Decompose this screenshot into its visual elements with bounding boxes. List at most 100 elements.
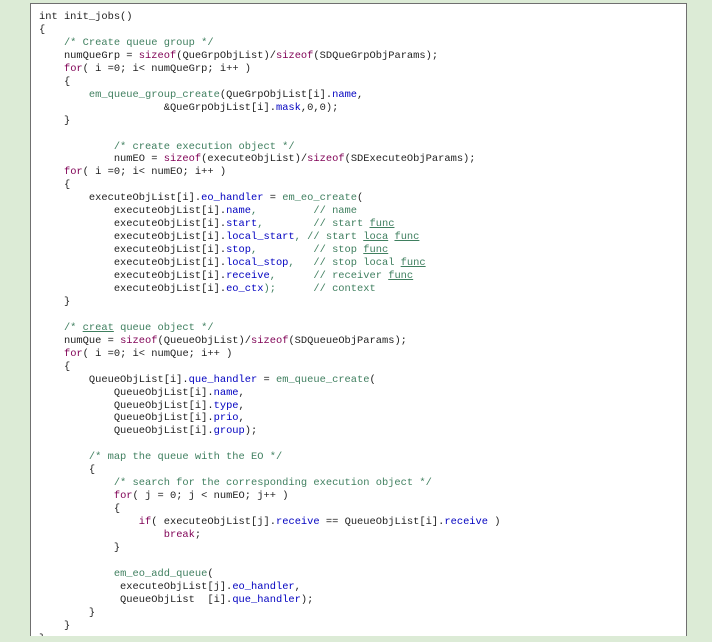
code-line: { — [39, 464, 95, 477]
code-token: ( i =0; i< numQue; i++ ) — [82, 347, 233, 360]
code-token: executeObjList[i]. — [39, 270, 227, 282]
code-token: executeObjList[j]. — [39, 580, 233, 593]
code-token: = — [263, 192, 283, 205]
code-token: ( i =0; i< numEO; i++ ) — [82, 166, 227, 179]
code-line: } — [39, 607, 95, 620]
code-token: ,0,0); — [300, 101, 339, 114]
code-token: { — [39, 360, 71, 373]
page-background-strip — [0, 636, 712, 642]
code-line: { — [39, 361, 70, 374]
code-token: numEO = — [39, 153, 164, 166]
code-token: } — [39, 619, 71, 632]
code-token: , — [238, 412, 245, 425]
code-token: start — [226, 218, 258, 231]
code-token: executeObjList[i]. — [39, 192, 202, 205]
code-token: ( i =0; i< numQueGrp; i++ ) — [82, 62, 252, 75]
code-token: /* search for the corresponding executio… — [39, 477, 432, 490]
code-token: for — [63, 347, 83, 360]
code-token: QueueObjList[i]. — [39, 373, 189, 386]
code-token: { — [39, 464, 96, 477]
code-token: (QueueObjList)/ — [157, 334, 252, 347]
code-token: sizeof — [120, 334, 158, 347]
code-line: /* create execution object */ — [39, 141, 295, 154]
code-token: , — [357, 88, 364, 101]
code-token: em_queue_create — [275, 373, 370, 386]
code-token: sizeof — [275, 49, 314, 62]
code-token: em_queue_group_create — [88, 88, 220, 101]
code-token: (SDQueueObjParams); — [288, 334, 407, 347]
code-token: sizeof — [163, 153, 202, 166]
code-token: ( j = 0; j < numEO; j++ ) — [132, 490, 289, 503]
code-token: = — [257, 373, 276, 386]
code-token: } — [39, 606, 96, 619]
code-token: group — [213, 425, 245, 438]
code-token: } — [39, 541, 121, 554]
code-line: numEO = sizeof(executeObjList)/sizeof(SD… — [39, 153, 476, 166]
code-line: QueueObjList[i].type, — [39, 400, 245, 413]
code-line: } — [39, 115, 70, 128]
code-line: for( i =0; i< numQue; i++ ) — [39, 348, 232, 361]
code-line: { — [39, 503, 120, 516]
code-token: , // stop — [251, 244, 364, 257]
code-line: executeObjList[j].eo_handler, — [39, 581, 301, 594]
code-token: /* Create queue group */ — [39, 36, 214, 49]
code-token: , — [238, 386, 245, 399]
code-line: em_eo_add_queue( — [39, 568, 214, 581]
code-line: int init_jobs() — [39, 11, 133, 24]
code-token: if — [138, 516, 152, 529]
code-line: em_queue_group_create(QueGrpObjList[i].n… — [39, 89, 363, 102]
code-line: QueueObjList[i].prio, — [39, 412, 245, 425]
code-token: QueueObjList[i]. — [39, 386, 214, 399]
code-line: for( i =0; i< numQueGrp; i++ ) — [39, 63, 251, 76]
code-token: ); — [300, 593, 314, 606]
code-token: int init_jobs() — [39, 11, 133, 23]
code-token: em_eo_create — [282, 192, 358, 205]
code-token: queue object */ — [113, 321, 214, 334]
code-token: QueueObjList[i]. — [39, 412, 214, 425]
code-token: em_eo_add_queue — [113, 567, 208, 580]
code-token: (executeObjList)/ — [201, 153, 308, 166]
code-token: name — [226, 205, 252, 218]
code-line: { — [39, 179, 70, 192]
code-token: numQue = — [39, 334, 121, 347]
code-line: } — [39, 542, 120, 555]
code-token: (QueGrpObjList[i]. — [219, 88, 333, 101]
code-token: type — [213, 399, 239, 412]
code-line: } — [39, 620, 70, 633]
code-token: executeObjList[i]. — [39, 205, 227, 218]
code-line: { — [39, 24, 45, 37]
code-line: executeObjList[i].receive, // receiver f… — [39, 270, 413, 283]
code-line: /* search for the corresponding executio… — [39, 477, 432, 490]
code-token: name — [332, 88, 358, 101]
code-token: sizeof — [307, 153, 345, 166]
code-token: sizeof — [251, 334, 289, 347]
code-token: , // receiver — [269, 270, 389, 282]
code-line: for( j = 0; j < numEO; j++ ) — [39, 490, 289, 503]
code-token: { — [39, 179, 71, 192]
code-token: ) — [488, 516, 501, 529]
code-token: func — [369, 218, 395, 231]
code-token: func — [388, 270, 414, 282]
code-token: /* — [39, 321, 83, 334]
code-token: receive — [275, 516, 320, 529]
code-token: executeObjList[i]. — [39, 282, 227, 295]
code-token: ( executeObjList[j]. — [151, 516, 276, 529]
code-token: , — [238, 399, 245, 412]
code-line: executeObjList[i].name, // name — [39, 205, 357, 218]
code-line: QueueObjList[i].group); — [39, 425, 257, 438]
code-token: QueueObjList [i]. — [39, 593, 233, 606]
code-line: &QueGrpObjList[i].mask,0,0); — [39, 101, 339, 115]
code-token: creat — [82, 321, 114, 334]
code-token: eo_handler — [201, 192, 264, 205]
code-line: break; — [39, 529, 201, 542]
code-token: receive — [444, 516, 489, 529]
code-token: (SDQueGrpObjParams); — [313, 49, 439, 62]
code-line: QueueObjList[i].name, — [39, 387, 245, 400]
code-token: func — [400, 257, 426, 270]
code-token: executeObjList[i]. — [39, 231, 227, 244]
code-line: if( executeObjList[j].receive == QueueOb… — [39, 516, 501, 529]
